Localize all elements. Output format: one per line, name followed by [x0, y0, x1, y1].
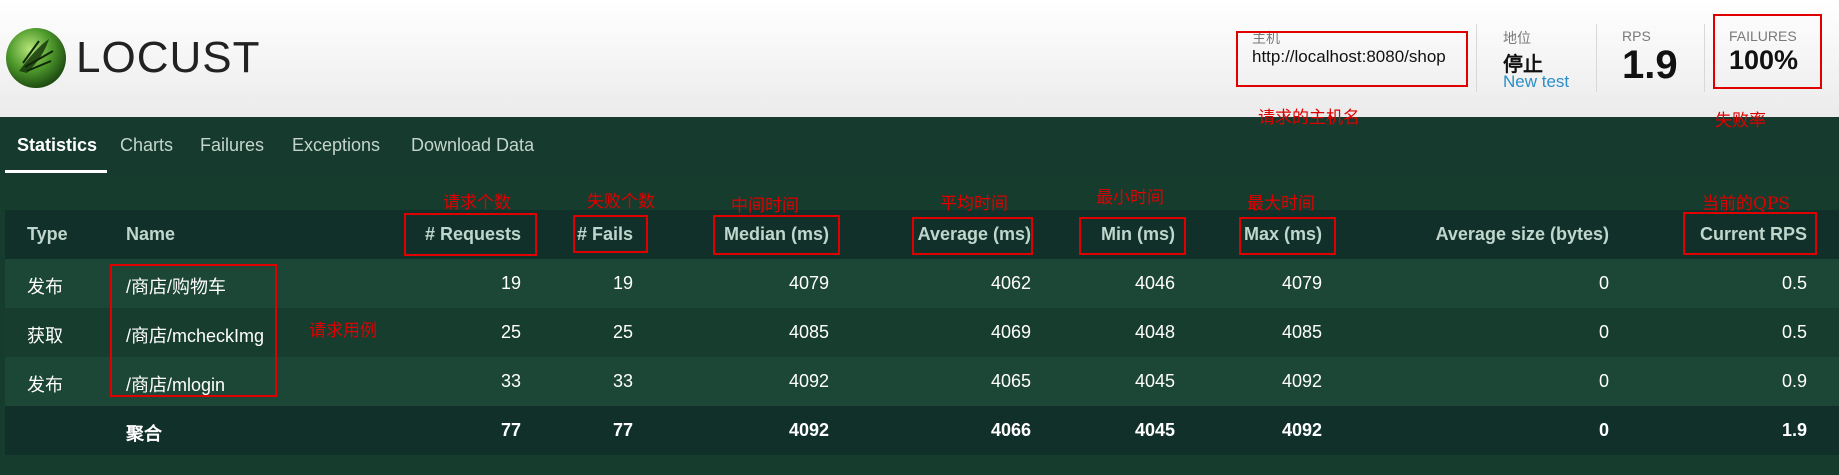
cell-current-rps: 1.9 — [1781, 420, 1807, 440]
tab-download-data[interactable]: Download Data — [411, 135, 534, 156]
cell-requests: 77 — [500, 420, 521, 440]
annotation-average: 平均时间 — [940, 194, 1008, 214]
cell-median: 4092 — [788, 420, 829, 440]
locust-logo-icon — [6, 28, 66, 88]
divider — [1596, 24, 1597, 92]
cell-max: 4092 — [1281, 371, 1322, 391]
cell-avg-size: 0 — [1598, 420, 1609, 440]
cell-avg-size: 0 — [1598, 371, 1609, 391]
cell-max: 4079 — [1281, 273, 1322, 293]
cell-fails: 25 — [612, 322, 633, 342]
table-row: 发布 /商店/mlogin 33 33 4092 4065 4045 4092 … — [5, 357, 1839, 406]
annotation-host: 请求的主机名 — [1258, 108, 1360, 128]
cell-fails: 19 — [612, 273, 633, 293]
top-header: LOCUST 主机 http://localhost:8080/shop 地位 … — [0, 0, 1839, 118]
active-tab-indicator — [5, 170, 107, 173]
table-row: 发布 /商店/购物车 19 19 4079 4062 4046 4079 0 0… — [5, 259, 1839, 308]
tab-bar: Statistics Charts Failures Exceptions Do… — [0, 117, 1839, 175]
cell-average: 4066 — [990, 420, 1031, 440]
table-row: 获取 /商店/mcheckImg 25 25 4085 4069 4048 40… — [5, 308, 1839, 357]
cell-requests: 25 — [500, 322, 521, 342]
annotation-median: 中间时间 — [731, 196, 799, 216]
annotation-box-name — [110, 264, 277, 397]
cell-max: 4085 — [1281, 322, 1322, 342]
annotation-failures: 失败率 — [1715, 111, 1766, 131]
tab-statistics[interactable]: Statistics — [17, 135, 97, 156]
annotation-current-rps: 当前的QPS — [1702, 194, 1791, 214]
annotation-fails: 失败个数 — [587, 192, 655, 212]
cell-average: 4069 — [990, 322, 1031, 342]
cell-min: 4048 — [1134, 322, 1175, 342]
cell-type: 发布 — [27, 277, 63, 297]
annotation-box-failures — [1713, 14, 1822, 89]
cell-type: 获取 — [27, 326, 63, 346]
cell-median: 4085 — [788, 322, 829, 342]
cell-average: 4062 — [990, 273, 1031, 293]
rps-label: RPS — [1622, 28, 1651, 44]
col-header-name[interactable]: Name — [126, 224, 175, 245]
cell-fails: 33 — [612, 371, 633, 391]
annotation-box-average — [912, 217, 1033, 255]
annotation-max: 最大时间 — [1247, 194, 1315, 214]
cell-median: 4092 — [788, 371, 829, 391]
cell-average: 4065 — [990, 371, 1031, 391]
annotation-box-median — [713, 215, 840, 255]
annotation-box-fails — [573, 215, 648, 253]
tab-exceptions[interactable]: Exceptions — [292, 135, 380, 156]
cell-total-label: 聚合 — [126, 424, 162, 444]
cell-requests: 19 — [500, 273, 521, 293]
cell-current-rps: 0.5 — [1781, 322, 1807, 342]
col-header-type[interactable]: Type — [27, 224, 68, 245]
cell-current-rps: 0.5 — [1781, 273, 1807, 293]
divider — [1704, 24, 1705, 92]
annotation-box-max — [1239, 217, 1336, 255]
new-test-link[interactable]: New test — [1503, 72, 1569, 92]
cell-median: 4079 — [788, 273, 829, 293]
annotation-box-requests — [404, 213, 537, 256]
cell-min: 4045 — [1134, 420, 1175, 440]
divider — [1476, 24, 1477, 92]
cell-fails: 77 — [612, 420, 633, 440]
annotation-min: 最小时间 — [1096, 188, 1164, 208]
annotation-name: 请求用例 — [309, 321, 377, 341]
cell-avg-size: 0 — [1598, 322, 1609, 342]
rps-value: 1.9 — [1622, 43, 1678, 87]
tab-failures[interactable]: Failures — [200, 135, 264, 156]
cell-min: 4045 — [1134, 371, 1175, 391]
cell-max: 4092 — [1281, 420, 1322, 440]
tab-charts[interactable]: Charts — [120, 135, 173, 156]
cell-requests: 33 — [500, 371, 521, 391]
cell-type: 发布 — [27, 375, 63, 395]
col-header-avg-size[interactable]: Average size (bytes) — [1436, 224, 1609, 245]
cell-avg-size: 0 — [1598, 273, 1609, 293]
cell-current-rps: 0.9 — [1781, 371, 1807, 391]
cell-min: 4046 — [1134, 273, 1175, 293]
status-label: 地位 — [1503, 30, 1531, 46]
annotation-box-min — [1079, 217, 1186, 255]
annotation-box-host — [1236, 31, 1468, 87]
table-total-row: 聚合 77 77 4092 4066 4045 4092 0 1.9 — [5, 406, 1839, 455]
annotation-box-current-rps — [1683, 212, 1817, 255]
annotation-requests: 请求个数 — [443, 193, 511, 213]
brand-name: LOCUST — [76, 33, 261, 82]
